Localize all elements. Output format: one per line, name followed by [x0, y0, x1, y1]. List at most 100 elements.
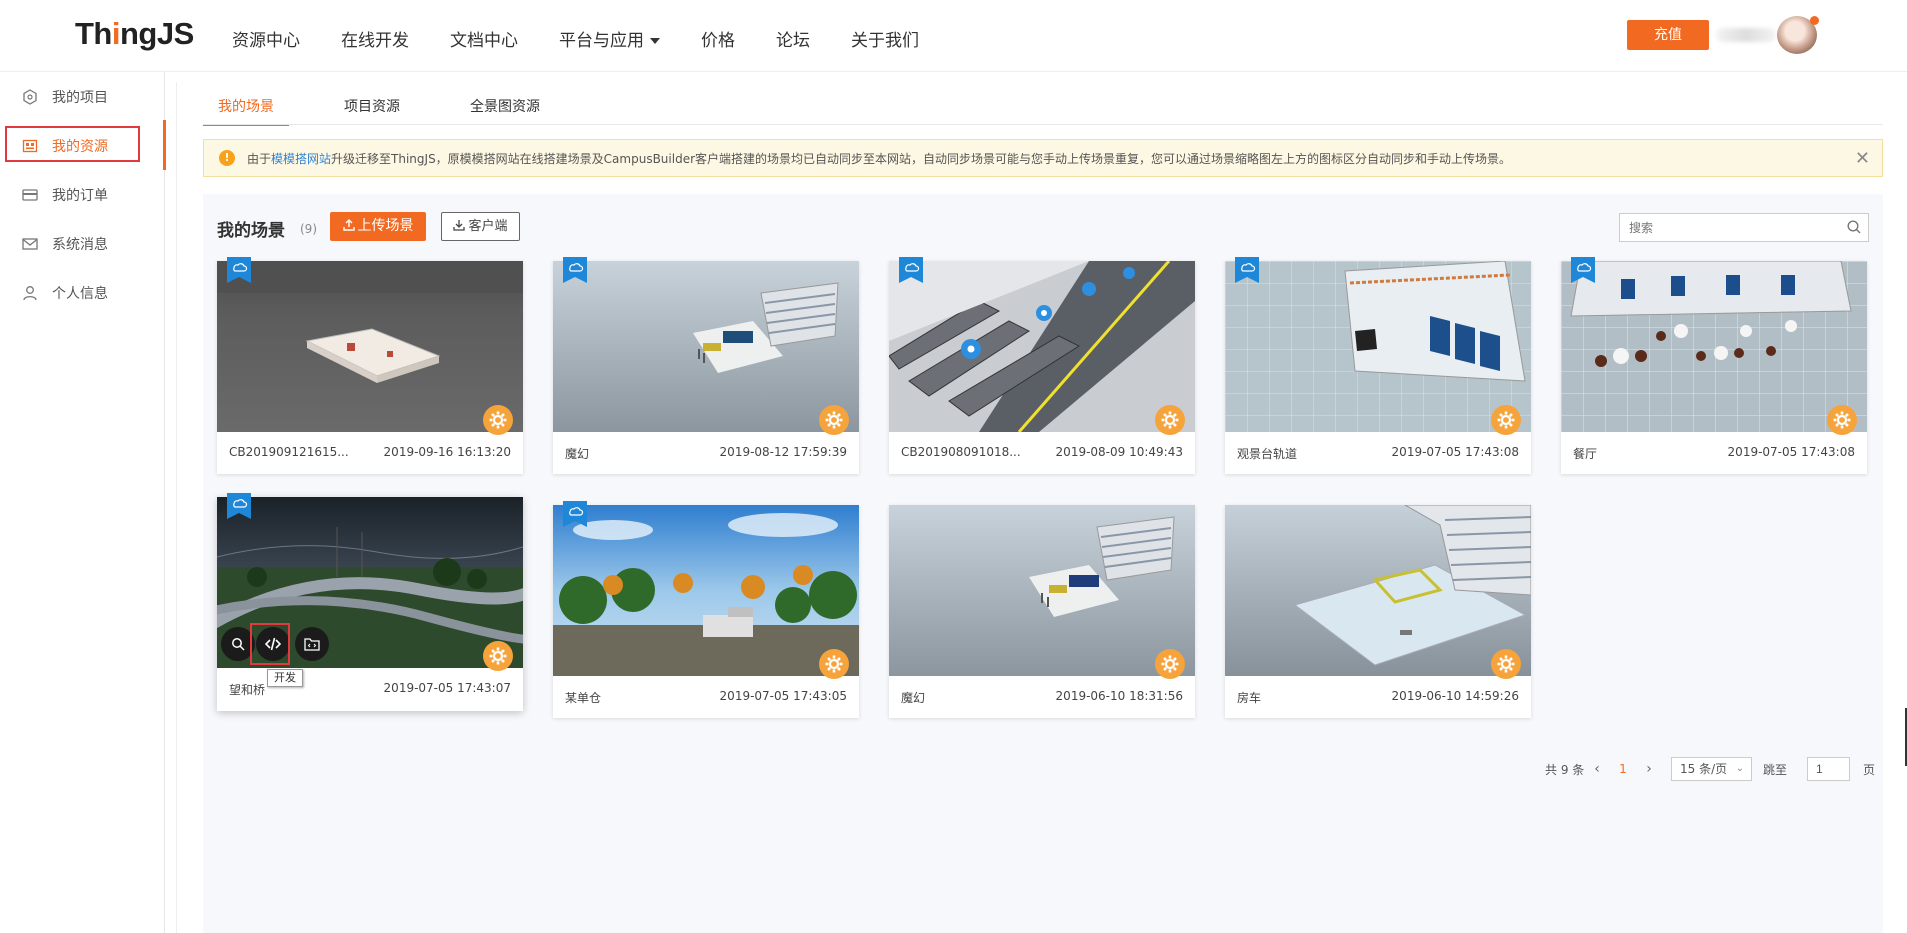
scene-name: 魔幻 — [565, 447, 590, 461]
gear-icon[interactable] — [1827, 405, 1857, 435]
page-size-value: 15 条/页 — [1680, 762, 1728, 776]
logo-text-c: ngJS — [120, 16, 194, 51]
scene-card[interactable]: 某单仓 2019-07-05 17:43:05 — [553, 501, 859, 718]
nav-pricing[interactable]: 价格 — [701, 26, 735, 51]
nav-forum[interactable]: 论坛 — [776, 26, 810, 51]
panel-title: 我的场景 — [217, 221, 285, 241]
scene-card[interactable]: CB201909121615... 2019-09-16 16:13:20 — [217, 257, 523, 474]
chevron-left-icon[interactable]: ‹ — [1586, 757, 1608, 781]
close-icon[interactable]: ✕ — [1855, 148, 1870, 169]
page-size-select[interactable]: 15 条/页 ⌄ — [1671, 757, 1752, 781]
gear-icon[interactable] — [1491, 649, 1521, 679]
gear-icon[interactable] — [1155, 649, 1185, 679]
cloud-sync-badge-icon — [227, 493, 251, 519]
scene-card[interactable]: 魔幻 2019-08-12 17:59:39 — [553, 257, 859, 474]
thingjs-logo[interactable]: ThingJS — [75, 16, 194, 52]
chevron-down-icon: ⌄ — [1735, 763, 1744, 774]
scene-date: 2019-07-05 17:43:07 — [383, 681, 511, 695]
chevron-right-icon[interactable]: › — [1638, 757, 1660, 781]
sidebar-item-profile[interactable]: 个人信息 — [0, 271, 165, 315]
gear-icon[interactable] — [1491, 405, 1521, 435]
scene-card[interactable]: 魔幻 2019-06-10 18:31:56 — [889, 505, 1195, 718]
tab-bar: 我的场景 项目资源 全景图资源 — [203, 96, 595, 126]
scene-thumbnail — [889, 505, 1195, 676]
tab-project-resources[interactable]: 项目资源 — [329, 96, 415, 126]
pagination-total: 共 9 条 — [1545, 763, 1585, 777]
top-header: ThingJS 资源中心 在线开发 文档中心 平台与应用 价格 论坛 关于我们 … — [0, 0, 1907, 72]
hexagon-icon — [22, 89, 38, 105]
page-number-current[interactable]: 1 — [1612, 757, 1634, 781]
jump-page-input[interactable] — [1807, 757, 1850, 781]
scene-thumbnail — [1225, 261, 1531, 432]
username-blurred[interactable] — [1716, 28, 1776, 42]
scene-card[interactable]: 房车 2019-06-10 14:59:26 — [1225, 505, 1531, 718]
nav-online-dev[interactable]: 在线开发 — [341, 26, 409, 51]
caret-down-icon — [650, 38, 660, 44]
scene-name: 魔幻 — [901, 691, 926, 705]
sidebar-item-label: 我的项目 — [52, 90, 108, 106]
tab-my-scenes[interactable]: 我的场景 — [203, 96, 289, 126]
sidebar-active-indicator — [163, 120, 166, 170]
scene-name: 某单仓 — [565, 691, 602, 705]
nav-platform[interactable]: 平台与应用 — [559, 26, 660, 51]
scene-name: CB201908091018... — [901, 445, 1021, 459]
scene-card[interactable]: CB201908091018... 2019-08-09 10:49:43 — [889, 257, 1195, 474]
gear-icon[interactable] — [819, 405, 849, 435]
scenes-panel: 我的场景 (9) 上传场景 客户端 CB201909121615... 2019… — [203, 194, 1883, 933]
notice-banner: ! 由于模模搭网站升级迁移至ThingJS，原模模搭网站在线搭建场景及Campu… — [203, 139, 1883, 177]
upload-scene-button[interactable]: 上传场景 — [330, 212, 426, 241]
scene-date: 2019-09-16 16:13:20 — [383, 445, 511, 459]
logo-text-a: Th — [75, 16, 112, 51]
search-input[interactable] — [1619, 213, 1869, 242]
sidebar-item-projects[interactable]: 我的项目 — [0, 75, 165, 119]
mail-icon — [22, 236, 38, 252]
recharge-button[interactable]: 充值 — [1627, 20, 1709, 50]
gear-icon[interactable] — [483, 641, 513, 671]
sidebar-item-orders[interactable]: 我的订单 — [0, 173, 165, 217]
develop-tooltip: 开发 — [267, 669, 303, 687]
cloud-sync-badge-icon — [563, 501, 587, 527]
gear-icon[interactable] — [1155, 405, 1185, 435]
avatar[interactable] — [1777, 16, 1819, 54]
nav-docs[interactable]: 文档中心 — [450, 26, 518, 51]
client-download-button[interactable]: 客户端 — [441, 212, 520, 241]
card-icon — [22, 187, 38, 203]
scene-thumbnail — [553, 261, 859, 432]
search-icon[interactable] — [1846, 219, 1862, 235]
scene-date: 2019-07-05 17:43:08 — [1391, 445, 1519, 459]
scene-thumbnail — [1561, 261, 1867, 432]
scene-name: CB201909121615... — [229, 445, 349, 459]
avatar-badge — [1810, 16, 1819, 25]
scene-date: 2019-08-09 10:49:43 — [1055, 445, 1183, 459]
user-icon — [22, 285, 38, 301]
scene-card[interactable]: 餐厅 2019-07-05 17:43:08 — [1561, 257, 1867, 474]
code-folder-icon[interactable] — [295, 627, 329, 661]
notice-text-pre: 由于 — [247, 151, 272, 166]
scene-date: 2019-08-12 17:59:39 — [719, 445, 847, 459]
gear-icon[interactable] — [483, 405, 513, 435]
sidebar-item-messages[interactable]: 系统消息 — [0, 222, 165, 266]
nav-about[interactable]: 关于我们 — [851, 26, 919, 51]
notice-text-post: 升级迁移至ThingJS，原模模搭网站在线搭建场景及CampusBuilder客… — [331, 151, 1512, 166]
cloud-sync-badge-icon — [227, 257, 251, 283]
scene-card[interactable]: 开发 望和桥 2019-07-05 17:43:07 — [217, 493, 523, 711]
upload-scene-label: 上传场景 — [357, 218, 414, 234]
gear-icon[interactable] — [819, 649, 849, 679]
cloud-sync-badge-icon — [1235, 257, 1259, 283]
cloud-sync-badge-icon — [1571, 257, 1595, 283]
nav-resource-center[interactable]: 资源中心 — [232, 26, 300, 51]
tab-panorama-resources[interactable]: 全景图资源 — [455, 96, 555, 126]
highlight-box — [250, 623, 290, 665]
scene-card[interactable]: 观景台轨道 2019-07-05 17:43:08 — [1225, 257, 1531, 474]
main-content: 我的场景 项目资源 全景图资源 ! 由于模模搭网站升级迁移至ThingJS，原模… — [176, 82, 1907, 933]
cloud-sync-badge-icon — [899, 257, 923, 283]
scene-date: 2019-06-10 18:31:56 — [1055, 689, 1183, 703]
notice-link[interactable]: 模模搭网站 — [271, 152, 331, 166]
main-nav: 资源中心 在线开发 文档中心 平台与应用 价格 论坛 关于我们 — [232, 26, 960, 51]
scene-thumbnail — [889, 261, 1195, 432]
scene-count: (9) — [300, 222, 317, 236]
download-icon — [453, 220, 466, 231]
jump-label: 跳至 — [1763, 763, 1788, 777]
client-download-label: 客户端 — [468, 219, 508, 234]
card-hover-actions: 开发 — [219, 623, 339, 687]
